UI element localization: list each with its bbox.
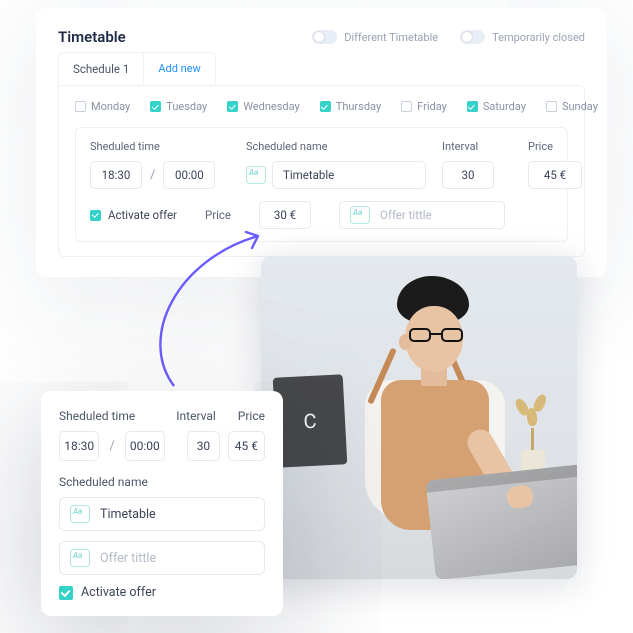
toggle-label: Temporarily closed: [492, 31, 585, 44]
switch-icon: [312, 30, 337, 44]
header-toggles: Different Timetable Temporarily closed: [312, 30, 585, 44]
language-icon: [350, 206, 370, 224]
tabs: Schedule 1 Add new: [58, 52, 216, 85]
day-monday[interactable]: Monday: [75, 100, 130, 113]
checkbox-icon: [401, 101, 412, 112]
activate-offer-checkbox[interactable]: Activate offer: [59, 585, 265, 600]
day-tuesday[interactable]: Tuesday: [150, 100, 207, 113]
row-price-label: Price: [205, 208, 231, 222]
day-label: Saturday: [483, 100, 526, 113]
checkbox-icon: [546, 101, 557, 112]
offer-placeholder: Offer tittle: [100, 551, 156, 566]
label-interval: Interval: [176, 409, 216, 423]
time-from-input[interactable]: 18:30: [90, 161, 142, 189]
time-to-input[interactable]: 00:00: [125, 431, 165, 461]
tab-schedule-1[interactable]: Schedule 1: [59, 53, 143, 85]
toggle-different-timetable[interactable]: Different Timetable: [312, 30, 438, 44]
label-price: Price: [238, 409, 265, 423]
day-wednesday[interactable]: Wednesday: [227, 100, 300, 113]
checkbox-icon: [320, 101, 331, 112]
switch-icon: [460, 30, 485, 44]
card-title: Timetable: [58, 28, 126, 46]
checkbox-icon: [467, 101, 478, 112]
day-checkbox-row: Monday Tuesday Wednesday Thursday Friday…: [75, 100, 568, 113]
day-friday[interactable]: Friday: [401, 100, 447, 113]
schedule-values: Sheduled time Scheduled name Interval Pr…: [75, 127, 568, 242]
language-icon: [70, 505, 90, 523]
activate-label: Activate offer: [81, 585, 156, 600]
scheduled-name-input[interactable]: Timetable: [272, 161, 426, 189]
interval-input[interactable]: 30: [187, 431, 220, 461]
offer-price-input[interactable]: 30 €: [259, 201, 311, 229]
scheduled-name-value: Timetable: [100, 507, 156, 522]
price-input[interactable]: 45 €: [528, 161, 582, 189]
interval-input[interactable]: 30: [442, 161, 494, 189]
checkbox-icon: [90, 210, 101, 221]
day-label: Wednesday: [243, 100, 300, 113]
tab-add-new[interactable]: Add new: [143, 53, 215, 85]
day-label: Monday: [91, 100, 130, 113]
day-label: Friday: [417, 100, 447, 113]
name-field-group: Timetable: [246, 161, 426, 189]
day-label: Tuesday: [166, 100, 207, 113]
day-thursday[interactable]: Thursday: [320, 100, 381, 113]
day-label: Thursday: [336, 100, 381, 113]
merchant-photo: C: [261, 256, 577, 579]
person: [335, 276, 525, 576]
activate-offer-checkbox[interactable]: Activate offer: [90, 208, 177, 222]
schedule-mini-card: Sheduled time Interval Price 18:30 / 00:…: [41, 391, 283, 616]
day-saturday[interactable]: Saturday: [467, 100, 526, 113]
price-input[interactable]: 45 €: [228, 431, 265, 461]
offer-placeholder: Offer tittle: [380, 208, 432, 222]
checkbox-icon: [75, 101, 86, 112]
toggle-temporarily-closed[interactable]: Temporarily closed: [460, 30, 585, 44]
day-sunday[interactable]: Sunday: [546, 100, 598, 113]
checkbox-icon: [227, 101, 238, 112]
language-icon: [70, 549, 90, 567]
day-label: Sunday: [562, 100, 598, 113]
scheduled-name-input[interactable]: Timetable: [59, 497, 265, 531]
schedule-panel: Monday Tuesday Wednesday Thursday Friday…: [58, 85, 585, 257]
time-separator: /: [148, 168, 157, 183]
label-scheduled-time: Sheduled time: [90, 140, 230, 153]
language-icon[interactable]: [246, 166, 266, 184]
offer-title-input[interactable]: Offer tittle: [339, 201, 505, 229]
checkbox-icon: [59, 586, 73, 600]
checkbox-icon: [150, 101, 161, 112]
label-price: Price: [528, 140, 588, 153]
activate-label: Activate offer: [108, 208, 177, 222]
time-separator: /: [107, 439, 116, 454]
offer-title-input[interactable]: Offer tittle: [59, 541, 265, 575]
label-interval: Interval: [442, 140, 512, 153]
label-scheduled-name: Scheduled name: [59, 475, 265, 489]
label-scheduled-name: Scheduled name: [246, 140, 426, 153]
toggle-label: Different Timetable: [344, 31, 438, 44]
time-from-input[interactable]: 18:30: [59, 431, 99, 461]
label-scheduled-time: Sheduled time: [59, 409, 154, 423]
timetable-card: Timetable Different Timetable Temporaril…: [36, 8, 607, 277]
time-range: 18:30 / 00:00: [90, 161, 230, 189]
time-to-input[interactable]: 00:00: [163, 161, 215, 189]
